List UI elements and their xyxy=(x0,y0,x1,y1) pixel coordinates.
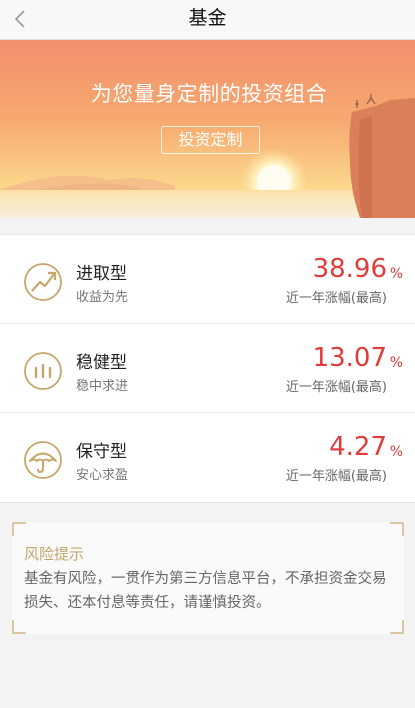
umbrella-icon xyxy=(24,441,62,479)
page-title: 基金 xyxy=(188,7,227,29)
rate-label: 近一年涨幅(最高) xyxy=(285,291,387,306)
rate-label: 近一年涨幅(最高) xyxy=(285,380,387,395)
banner-headline: 为您量身定制的投资组合 xyxy=(90,82,328,106)
invest-custom-button[interactable]: 投资定制 xyxy=(161,126,260,154)
fund-name: 保守型 xyxy=(76,442,127,462)
fund-subtitle: 稳中求进 xyxy=(76,379,129,394)
percent-sign: % xyxy=(389,355,403,371)
fund-subtitle: 安心求盈 xyxy=(76,468,129,483)
corner-decoration xyxy=(390,522,404,536)
trend-up-icon xyxy=(24,263,62,301)
fund-row-conservative[interactable]: 保守型 安心求盈 4.27 % 近一年涨幅(最高) xyxy=(0,413,415,502)
percent-sign: % xyxy=(389,266,403,282)
nav-bar: 基金 xyxy=(0,0,415,40)
fund-subtitle: 收益为先 xyxy=(76,290,129,305)
risk-title: 风险提示 xyxy=(24,545,85,563)
corner-decoration xyxy=(12,522,26,536)
corner-decoration xyxy=(12,620,26,634)
percent-sign: % xyxy=(389,444,403,460)
fund-row-balanced[interactable]: 稳健型 稳中求进 13.07 % 近一年涨幅(最高) xyxy=(0,324,415,413)
promo-banner[interactable]: 为您量身定制的投资组合 投资定制 xyxy=(0,40,415,218)
rate-label: 近一年涨幅(最高) xyxy=(285,469,387,484)
risk-body: 基金有风险，一贯作为第三方信息平台，不承担资金交易损失、还本付息等责任，请谨慎投… xyxy=(24,571,387,611)
corner-decoration xyxy=(390,620,404,634)
fund-name: 进取型 xyxy=(76,264,127,284)
fund-rate: 4.27 xyxy=(329,432,387,462)
fund-rate: 13.07 xyxy=(312,343,387,373)
fund-name: 稳健型 xyxy=(76,353,127,373)
fund-rate: 38.96 xyxy=(312,254,387,284)
bars-circle-icon xyxy=(24,352,62,390)
fund-list: 进取型 收益为先 38.96 % 近一年涨幅(最高) 稳健型 稳中求进 13.0… xyxy=(0,234,415,503)
fund-row-aggressive[interactable]: 进取型 收益为先 38.96 % 近一年涨幅(最高) xyxy=(0,235,415,324)
risk-notice: 风险提示 基金有风险，一贯作为第三方信息平台，不承担资金交易损失、还本付息等责任… xyxy=(12,522,404,634)
